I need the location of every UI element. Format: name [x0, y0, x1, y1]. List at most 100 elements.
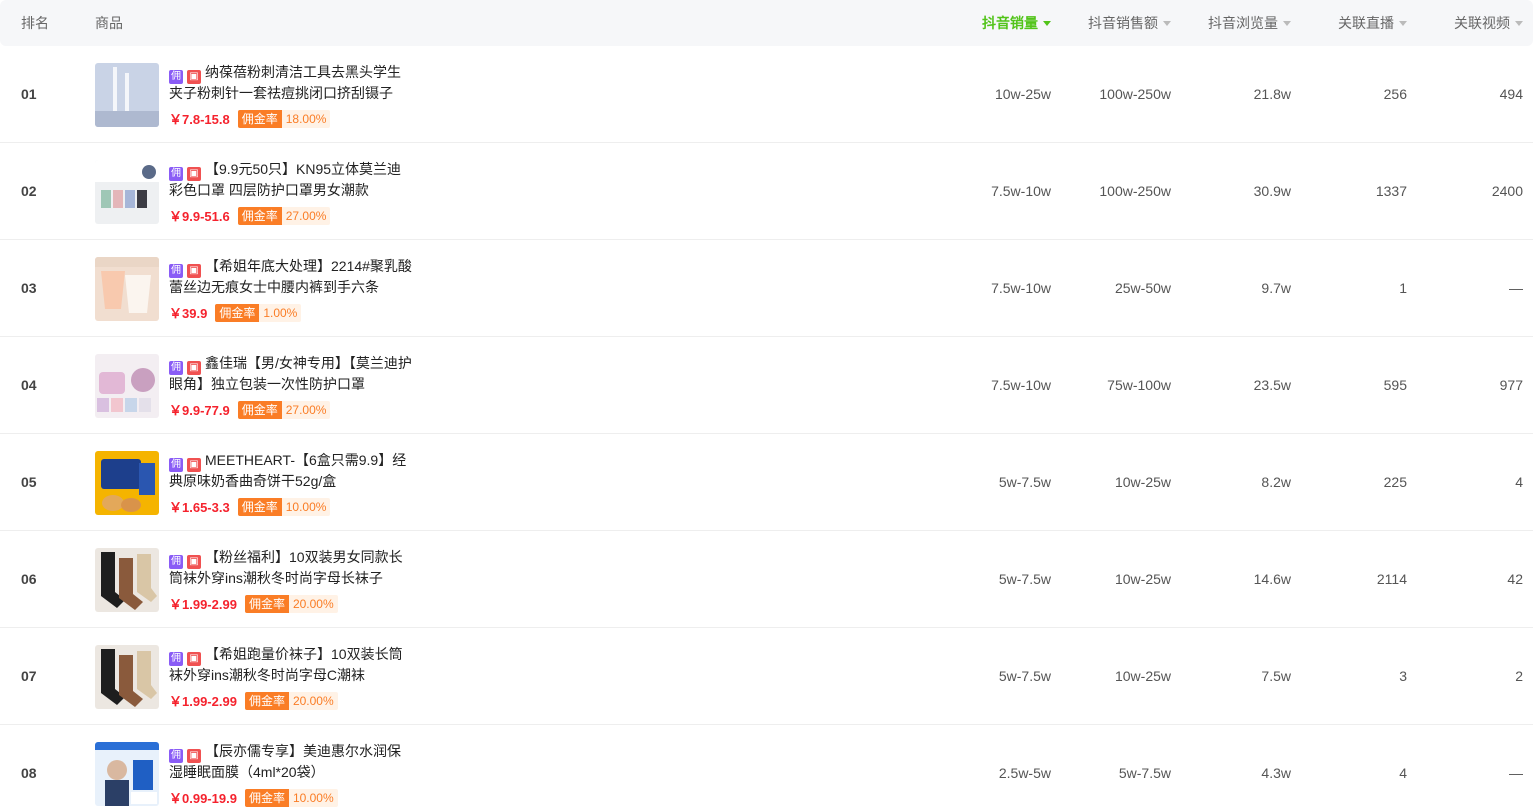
table-row[interactable]: 05 佣 ▣ MEETHEART-【6盒只需9.9】经典原味奶香曲奇饼干52g/盒 …	[0, 434, 1533, 531]
product-price: ￥1.65-3.3	[169, 500, 230, 515]
video-value: —	[1509, 280, 1523, 296]
live-value: 2114	[1376, 571, 1407, 587]
views-value: 9.7w	[1261, 280, 1291, 296]
rank-number: 08	[21, 765, 37, 781]
views-value: 14.6w	[1253, 571, 1291, 587]
product-image[interactable]	[95, 160, 159, 224]
commission-rate: 27.00%	[285, 208, 327, 223]
sort-live-header[interactable]: 关联直播	[1338, 0, 1407, 46]
table-row[interactable]: 06 佣 ▣ 【粉丝福利】10双装男女同款长筒袜外穿ins潮秋冬时尚字母长袜子 ￥1…	[0, 531, 1533, 628]
shop-badge-icon: ▣	[187, 70, 201, 84]
sort-caret-icon	[1399, 20, 1407, 26]
commission-label: 佣金率	[244, 691, 289, 710]
product-image[interactable]	[95, 742, 159, 806]
commission-badge-icon: 佣	[169, 70, 183, 84]
table-header: 排名 商品 抖音销量 抖音销售额 抖音浏览量 关联直播 关联视频	[0, 0, 1533, 46]
sales-value: 5w-7.5w	[998, 668, 1051, 684]
product-title[interactable]: 【辰亦儒专享】美迪惠尔水润保湿睡眠面膜（4ml*20袋）	[169, 743, 401, 780]
commission-rate: 20.00%	[292, 693, 334, 708]
commission-tag: 佣金率 20.00%	[244, 594, 338, 613]
sales-value: 7.5w-10w	[991, 280, 1051, 296]
table-row[interactable]: 03 佣 ▣ 【希姐年底大处理】2214#聚乳酸蕾丝边无痕女士中腰内裤到手六条 ￥3…	[0, 240, 1533, 337]
product-image[interactable]	[95, 645, 159, 709]
product-title[interactable]: 纳葆蓓粉刺清洁工具去黑头学生夹子粉刺针一套祛痘挑闭口挤刮镊子	[169, 64, 401, 101]
table-row[interactable]: 08 佣 ▣ 【辰亦儒专享】美迪惠尔水润保湿睡眠面膜（4ml*20袋） ￥0.99-…	[0, 725, 1533, 812]
product-title[interactable]: 【希姐年底大处理】2214#聚乳酸蕾丝边无痕女士中腰内裤到手六条	[169, 258, 412, 295]
sort-caret-icon	[1163, 20, 1171, 26]
sort-views-header[interactable]: 抖音浏览量	[1208, 0, 1291, 46]
commission-rate: 18.00%	[285, 111, 327, 126]
product-title[interactable]: 【粉丝福利】10双装男女同款长筒袜外穿ins潮秋冬时尚字母长袜子	[169, 549, 403, 586]
product-image[interactable]	[95, 354, 159, 418]
commission-rate: 20.00%	[292, 596, 334, 611]
amount-value: 25w-50w	[1114, 280, 1171, 296]
live-value: 3	[1399, 668, 1407, 684]
views-value: 30.9w	[1253, 183, 1291, 199]
sort-caret-icon	[1043, 20, 1051, 26]
sales-value: 7.5w-10w	[991, 377, 1051, 393]
commission-label: 佣金率	[244, 594, 289, 613]
shop-badge-icon: ▣	[187, 555, 201, 569]
table-row[interactable]: 01 佣 ▣ 纳葆蓓粉刺清洁工具去黑头学生夹子粉刺针一套祛痘挑闭口挤刮镊子 ￥7.8…	[0, 46, 1533, 143]
views-value: 21.8w	[1253, 86, 1291, 102]
commission-badge-icon: 佣	[169, 167, 183, 181]
video-value: 494	[1499, 86, 1523, 102]
product-price: ￥1.99-2.99	[169, 694, 237, 709]
product-title[interactable]: 鑫佳瑞【男/女神专用】【莫兰迪护眼角】独立包装一次性防护口罩	[169, 355, 412, 392]
product-price: ￥9.9-51.6	[169, 209, 230, 224]
commission-label: 佣金率	[237, 400, 282, 419]
sort-caret-icon	[1283, 20, 1291, 26]
video-value: 2	[1515, 668, 1523, 684]
commission-badge-icon: 佣	[169, 652, 183, 666]
views-value: 23.5w	[1253, 377, 1291, 393]
shop-badge-icon: ▣	[187, 167, 201, 181]
live-value: 1	[1399, 280, 1407, 296]
amount-value: 10w-25w	[1114, 571, 1171, 587]
product-image[interactable]	[95, 548, 159, 612]
shop-badge-icon: ▣	[187, 652, 201, 666]
shop-badge-icon: ▣	[187, 264, 201, 278]
header-product: 商品	[95, 15, 123, 31]
rank-number: 03	[21, 280, 37, 296]
amount-value: 100w-250w	[1099, 183, 1171, 199]
header-rank: 排名	[21, 15, 49, 31]
sort-caret-icon	[1515, 20, 1523, 26]
product-title[interactable]: 【希姐跑量价袜子】10双装长筒袜外穿ins潮秋冬时尚字母C潮袜	[169, 646, 403, 683]
live-value: 4	[1399, 765, 1407, 781]
commission-badge-icon: 佣	[169, 555, 183, 569]
product-image[interactable]	[95, 257, 159, 321]
rank-number: 01	[21, 86, 37, 102]
commission-tag: 佣金率 1.00%	[215, 303, 302, 322]
video-value: 42	[1507, 571, 1523, 587]
product-image[interactable]	[95, 451, 159, 515]
product-title[interactable]: 【9.9元50只】KN95立体莫兰迪彩色口罩 四层防护口罩男女潮款	[169, 161, 401, 198]
rank-number: 04	[21, 377, 37, 393]
sales-value: 2.5w-5w	[998, 765, 1051, 781]
header-amount-label: 抖音销售额	[1088, 15, 1158, 31]
commission-badge-icon: 佣	[169, 361, 183, 375]
product-image[interactable]	[95, 63, 159, 127]
commission-label: 佣金率	[244, 788, 289, 807]
sales-value: 10w-25w	[994, 86, 1051, 102]
live-value: 595	[1383, 377, 1407, 393]
product-price: ￥39.9	[169, 306, 208, 321]
sort-amount-header[interactable]: 抖音销售额	[1088, 0, 1171, 46]
table-row[interactable]: 02 佣 ▣ 【9.9元50只】KN95立体莫兰迪彩色口罩 四层防护口罩男女潮款 ￥…	[0, 143, 1533, 240]
views-value: 8.2w	[1261, 474, 1291, 490]
header-sales-label: 抖音销量	[982, 15, 1038, 31]
live-value: 225	[1383, 474, 1407, 490]
rank-number: 05	[21, 474, 37, 490]
video-value: 4	[1515, 474, 1523, 490]
table-row[interactable]: 07 佣 ▣ 【希姐跑量价袜子】10双装长筒袜外穿ins潮秋冬时尚字母C潮袜 ￥1.…	[0, 628, 1533, 725]
commission-tag: 佣金率 27.00%	[237, 206, 331, 225]
live-value: 1337	[1375, 183, 1407, 199]
table-row[interactable]: 04 佣 ▣ 鑫佳瑞【男/女神专用】【莫兰迪护眼角】独立包装一次性防护口罩 ￥9.9…	[0, 337, 1533, 434]
shop-badge-icon: ▣	[187, 361, 201, 375]
product-title[interactable]: MEETHEART-【6盒只需9.9】经典原味奶香曲奇饼干52g/盒	[169, 452, 406, 489]
sort-video-header[interactable]: 关联视频	[1454, 0, 1523, 46]
commission-rate: 1.00%	[263, 305, 298, 320]
commission-tag: 佣金率 10.00%	[237, 497, 331, 516]
shop-badge-icon: ▣	[187, 749, 201, 763]
sales-value: 7.5w-10w	[991, 183, 1051, 199]
sort-sales-header[interactable]: 抖音销量	[982, 0, 1051, 46]
